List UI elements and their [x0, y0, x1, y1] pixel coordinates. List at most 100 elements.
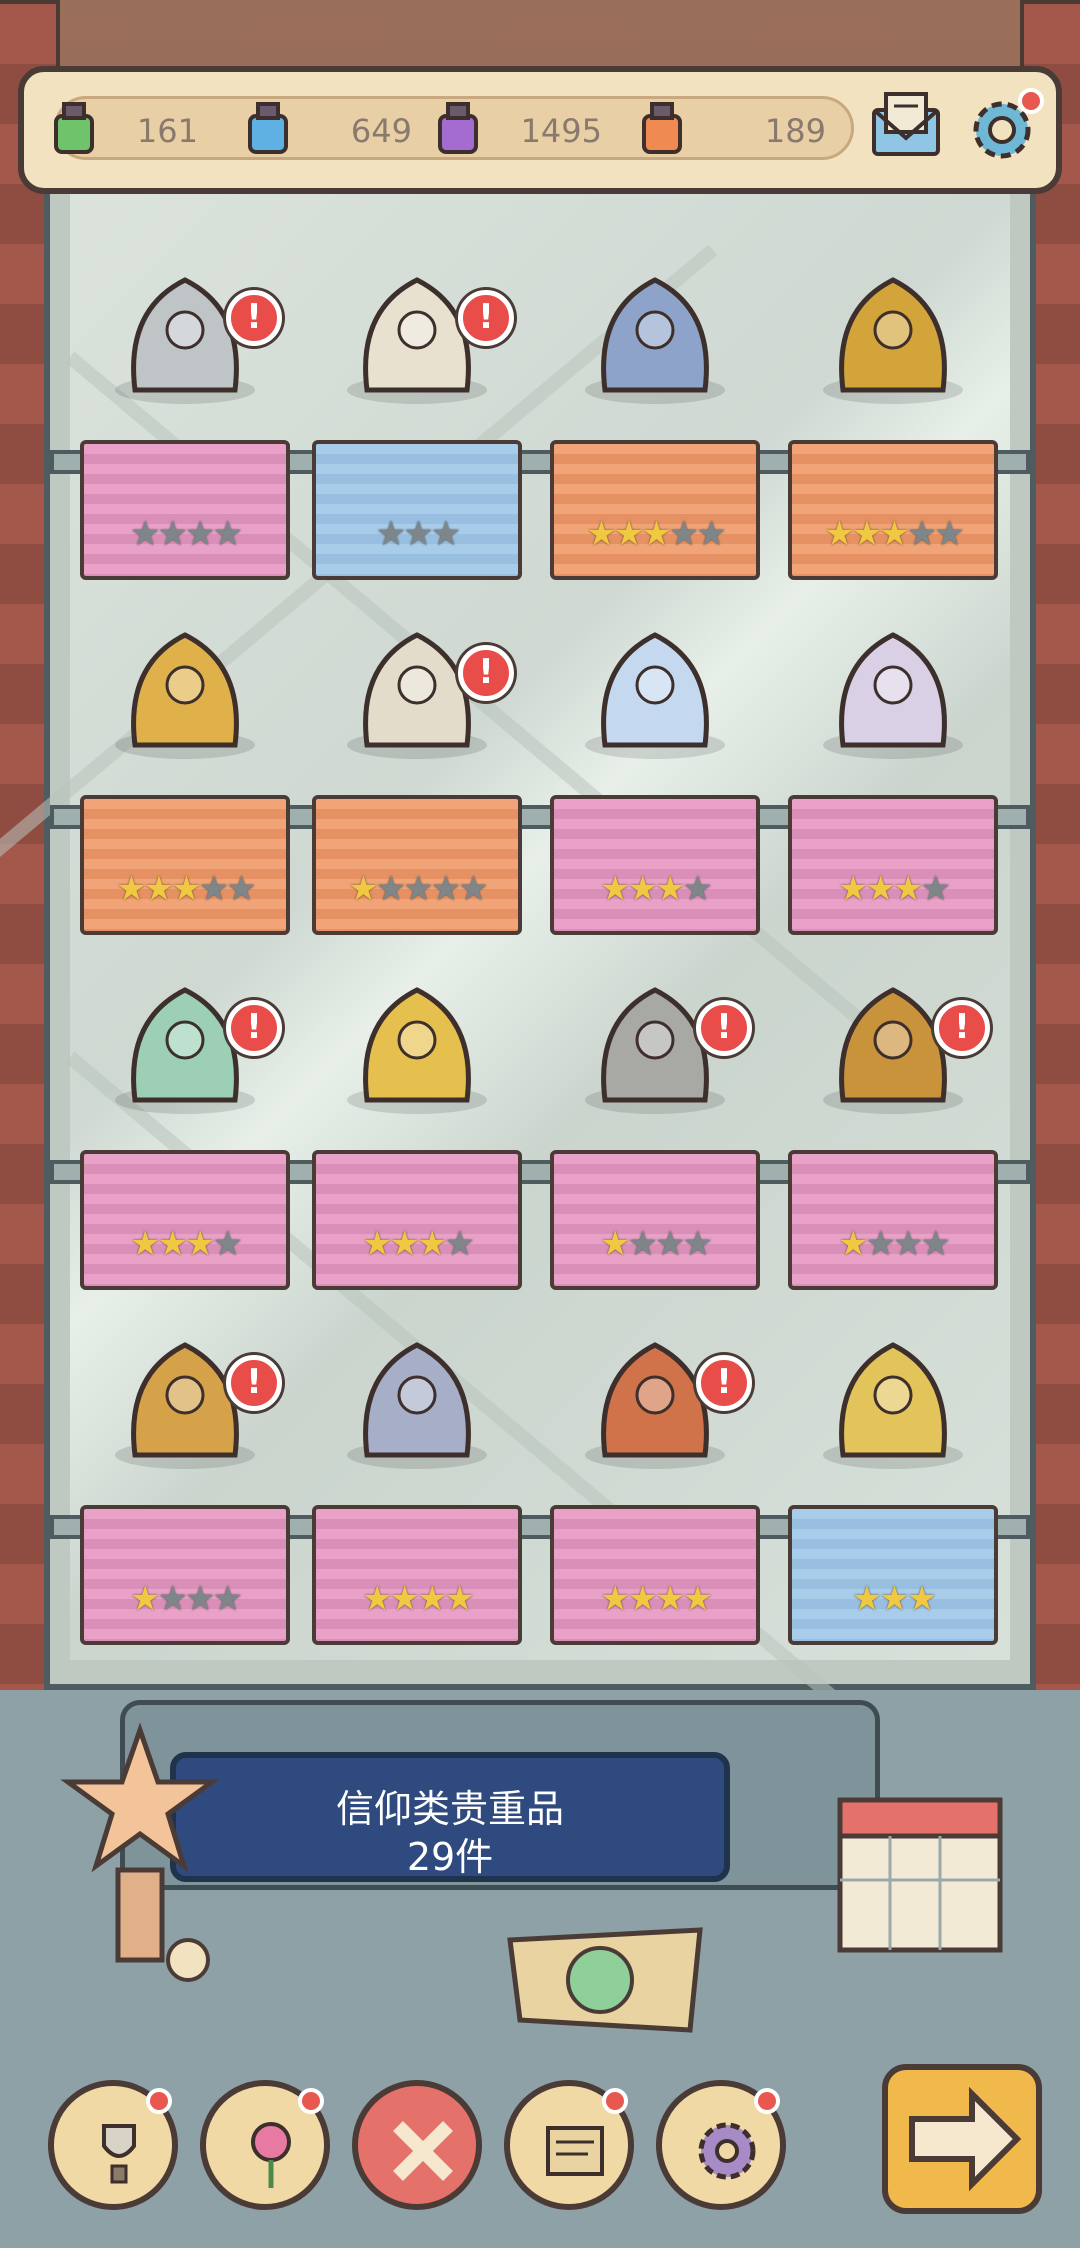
next-button[interactable] [882, 2064, 1042, 2214]
display-cloth: ★★★★★ [312, 795, 522, 935]
eye-pyramid-charm-icon [823, 1342, 963, 1469]
star-rating: ★★★★ [84, 1224, 286, 1264]
display-cloth: ★★★★★ [788, 440, 998, 580]
star-filled-icon: ★ [906, 1579, 938, 1619]
green-potion-jar-icon [54, 102, 94, 154]
new-alert-icon[interactable]: ! [696, 1000, 752, 1056]
star-filled-icon: ★ [143, 869, 175, 909]
display-cloth: ★★★ [788, 1505, 998, 1645]
star-rating: ★★★★★ [316, 869, 518, 909]
star-empty-icon: ★ [920, 869, 951, 909]
wrapped-spear-icon [347, 1342, 487, 1469]
star-empty-icon: ★ [157, 1579, 189, 1619]
star-empty-icon: ★ [655, 1224, 686, 1264]
close-x-button[interactable] [352, 2080, 482, 2210]
gear-button[interactable] [656, 2080, 786, 2210]
settings-button[interactable] [962, 88, 1044, 168]
new-alert-icon[interactable]: ! [226, 1355, 282, 1411]
rose-button[interactable] [200, 2080, 330, 2210]
star-filled-icon: ★ [348, 869, 379, 909]
new-alert-icon[interactable]: ! [934, 1000, 990, 1056]
wrapped-spear-item[interactable] [327, 1305, 507, 1475]
star-empty-icon: ★ [430, 514, 462, 554]
resource-4-count: 189 [764, 112, 826, 150]
star-filled-icon: ★ [362, 1224, 393, 1264]
golden-eye-amulet-item[interactable] [803, 240, 983, 410]
star-filled-icon: ★ [362, 1579, 393, 1619]
notification-badge [754, 2088, 780, 2114]
rose-icon [251, 2122, 291, 2188]
display-cloth: ★★★★ [550, 1505, 760, 1645]
star-filled-icon: ★ [600, 1224, 631, 1264]
star-rating: ★★★★★ [792, 514, 994, 554]
star-empty-icon: ★ [682, 869, 713, 909]
star-filled-icon: ★ [627, 869, 659, 909]
star-empty-icon: ★ [375, 869, 407, 909]
trophy-icon [102, 2124, 136, 2184]
star-empty-icon: ★ [130, 514, 161, 554]
star-empty-icon: ★ [627, 1224, 659, 1264]
display-cloth: ★★★ [312, 440, 522, 580]
bearded-sage-figurine-icon [585, 277, 725, 404]
star-filled-icon: ★ [865, 869, 897, 909]
star-empty-icon: ★ [920, 1224, 951, 1264]
star-empty-icon: ★ [668, 514, 700, 554]
new-alert-icon[interactable]: ! [458, 290, 514, 346]
crystal-potion-item[interactable] [565, 595, 745, 765]
star-filled-icon: ★ [586, 514, 617, 554]
display-cloth: ★★★★ [80, 1505, 290, 1645]
golden-hand-statue-icon [115, 632, 255, 759]
star-filled-icon: ★ [417, 1579, 448, 1619]
star-filled-icon: ★ [851, 514, 883, 554]
map-fragment-icon[interactable] [500, 1920, 710, 2040]
star-filled-icon: ★ [824, 514, 855, 554]
new-alert-icon[interactable]: ! [226, 290, 282, 346]
star-empty-icon: ★ [696, 514, 727, 554]
resource-3-count: 1495 [520, 112, 602, 150]
star-filled-icon: ★ [879, 1579, 910, 1619]
scroll-map-button[interactable] [504, 2080, 634, 2210]
star-filled-icon: ★ [838, 869, 869, 909]
notification-badge [602, 2088, 628, 2114]
star-filled-icon: ★ [417, 1224, 448, 1264]
bearded-sage-figurine-item[interactable] [565, 240, 745, 410]
star-rating: ★★★★★ [84, 869, 286, 909]
star-filled-icon: ★ [893, 869, 924, 909]
resource-2-count: 649 [350, 112, 412, 150]
mail-icon[interactable] [868, 88, 944, 164]
star-rating: ★★★ [792, 1579, 994, 1619]
star-empty-icon: ★ [157, 514, 189, 554]
star-rating: ★★★★★ [554, 514, 756, 554]
star-empty-icon: ★ [458, 869, 489, 909]
purple-potion-jar-icon [438, 102, 478, 154]
star-empty-icon: ★ [185, 514, 216, 554]
resource-2: 649 [242, 98, 432, 158]
star-filled-icon: ★ [116, 869, 147, 909]
star-empty-icon: ★ [934, 514, 965, 554]
star-empty-icon: ★ [893, 1224, 924, 1264]
scroll-map-icon [546, 2126, 604, 2176]
star-rating: ★★★ [316, 514, 518, 554]
trophy-button[interactable] [48, 2080, 178, 2210]
new-alert-icon[interactable]: ! [458, 645, 514, 701]
crystal-potion-icon [585, 632, 725, 759]
category-title: 信仰类贵重品 [335, 1787, 564, 1831]
new-alert-icon[interactable]: ! [226, 1000, 282, 1056]
star-filled-icon: ★ [627, 1579, 659, 1619]
star-empty-icon: ★ [682, 1224, 713, 1264]
star-trophy-icon [60, 1722, 220, 1982]
golden-coin-item[interactable] [327, 950, 507, 1120]
calendar-icon[interactable] [820, 1770, 1020, 1980]
star-empty-icon: ★ [403, 869, 434, 909]
golden-hand-statue-item[interactable] [95, 595, 275, 765]
new-alert-icon[interactable]: ! [696, 1355, 752, 1411]
star-empty-icon: ★ [226, 869, 257, 909]
star-empty-icon: ★ [865, 1224, 897, 1264]
star-rating: ★★★★ [554, 1224, 756, 1264]
eye-pyramid-charm-item[interactable] [803, 1305, 983, 1475]
settings-badge [1018, 88, 1044, 114]
thorn-vase-item[interactable] [803, 595, 983, 765]
star-filled-icon: ★ [171, 869, 202, 909]
display-cloth: ★★★★★ [550, 440, 760, 580]
notification-badge [298, 2088, 324, 2114]
